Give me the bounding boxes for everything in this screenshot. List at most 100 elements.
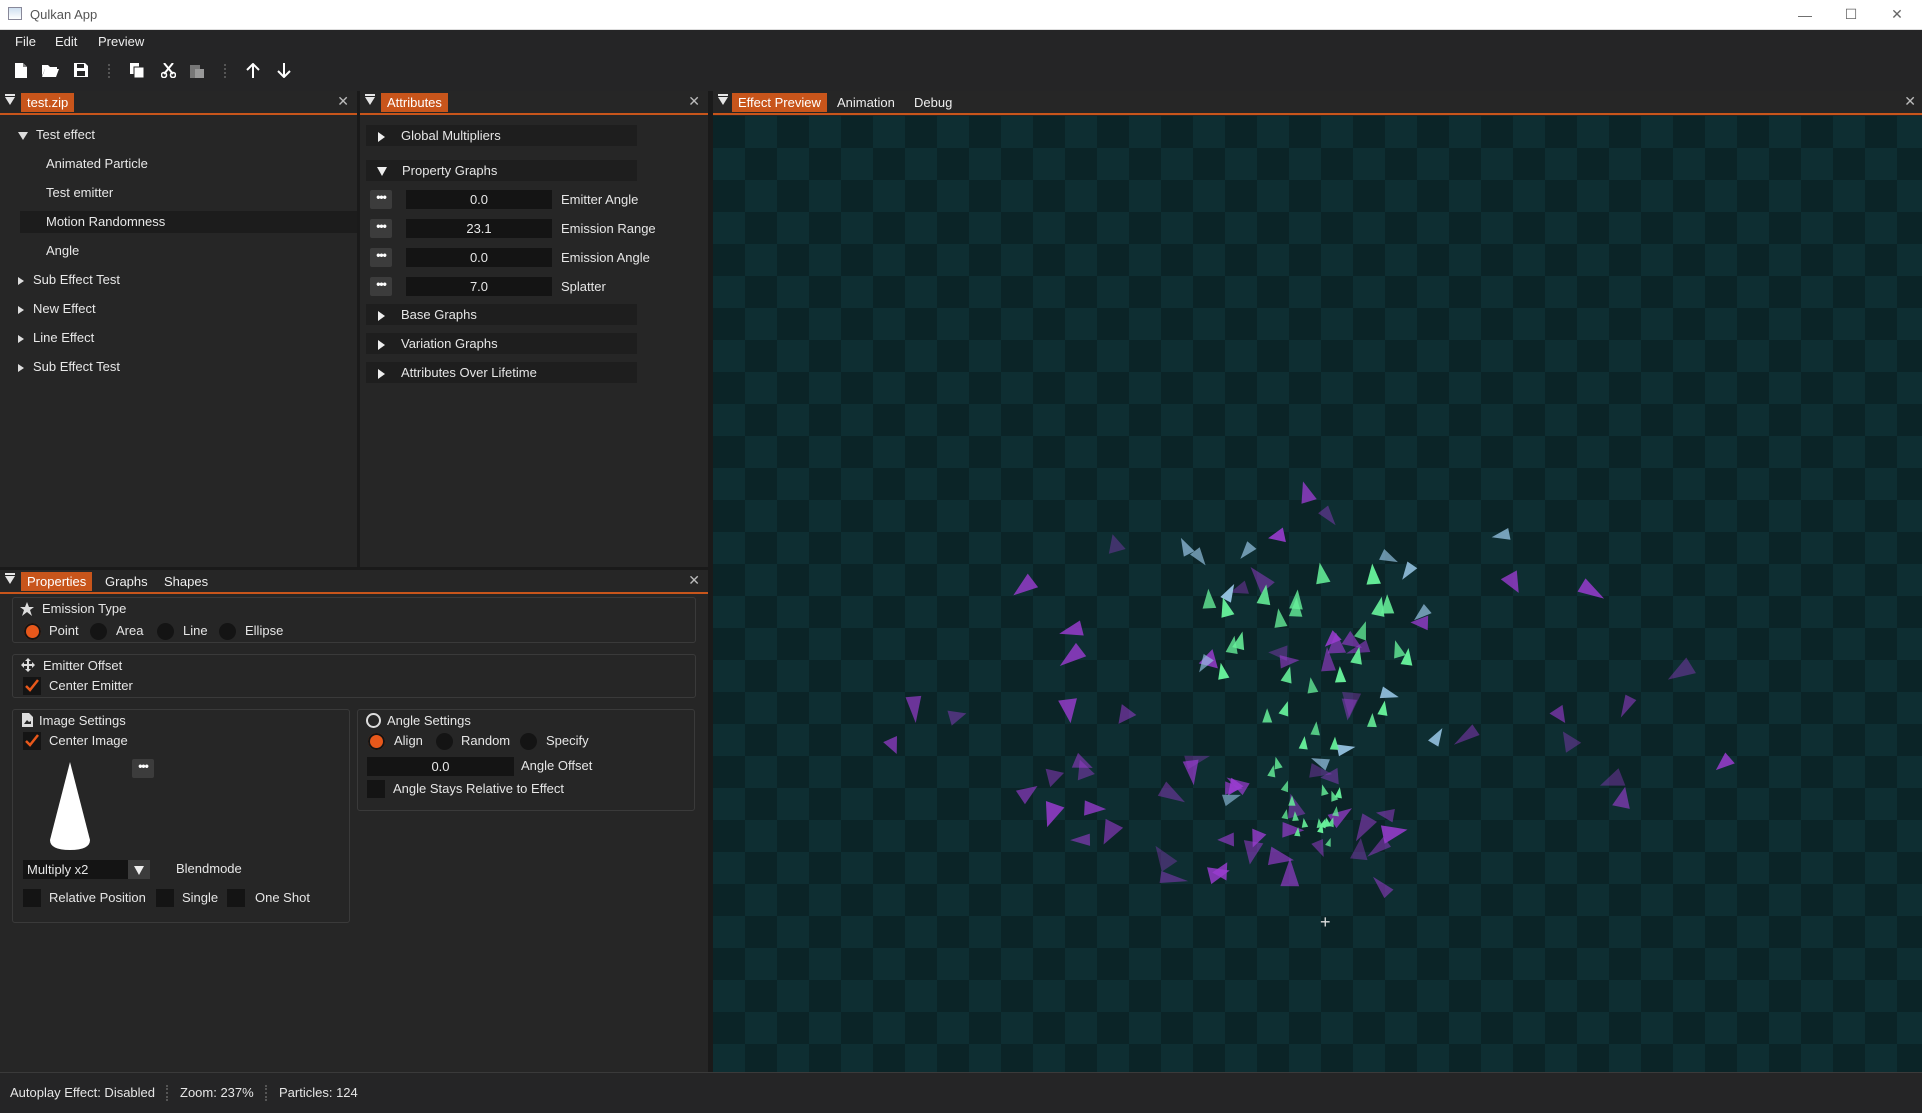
tree-item-label: Motion Randomness <box>46 214 166 229</box>
paste-icon[interactable] <box>188 61 206 79</box>
tab-attributes[interactable]: Attributes <box>381 93 448 112</box>
panel-menu-icon[interactable] <box>365 94 375 105</box>
chevron-right-icon <box>378 339 385 350</box>
move-up-icon[interactable] <box>244 61 262 79</box>
radio-specify[interactable] <box>520 733 537 750</box>
tab-graphs[interactable]: Graphs <box>99 572 154 591</box>
open-folder-icon[interactable] <box>41 61 59 79</box>
radio-ellipse-label: Ellipse <box>245 623 284 638</box>
copy-icon[interactable] <box>128 61 146 79</box>
radio-random[interactable] <box>436 733 453 750</box>
section-property-graphs[interactable]: Property Graphs <box>366 160 637 181</box>
tree-item[interactable]: Angle <box>46 240 79 262</box>
particle <box>1307 677 1319 694</box>
tree-item[interactable]: Line Effect <box>18 327 94 349</box>
cut-icon[interactable] <box>159 61 177 79</box>
single-checkbox[interactable] <box>156 889 174 907</box>
particle <box>1070 833 1091 846</box>
close-icon[interactable]: ✕ <box>688 572 700 589</box>
angle-settings-title: Angle Settings <box>387 713 471 728</box>
status-separator <box>265 1085 268 1101</box>
tree-item[interactable]: Test emitter <box>46 182 113 204</box>
close-window-button[interactable]: ✕ <box>1874 0 1920 29</box>
section-base-graphs[interactable]: Base Graphs <box>366 304 637 325</box>
panel-menu-icon[interactable] <box>718 94 728 105</box>
blendmode-select[interactable]: Multiply x2 <box>23 860 150 879</box>
panel-menu-icon[interactable] <box>5 94 15 105</box>
graph-value-field[interactable]: 23.1 <box>406 219 552 238</box>
particle <box>1279 655 1300 669</box>
section-label: Global Multipliers <box>401 128 501 143</box>
tab-debug[interactable]: Debug <box>908 93 958 112</box>
tree-item[interactable]: Sub Effect Test <box>18 356 120 378</box>
tree-item[interactable]: Motion Randomness <box>20 211 374 233</box>
save-icon[interactable] <box>72 61 90 79</box>
panel-menu-icon[interactable] <box>5 573 15 584</box>
graph-options-button[interactable]: ••• <box>370 248 392 267</box>
tab-shapes[interactable]: Shapes <box>158 572 214 591</box>
tree-item[interactable]: Test effect <box>18 124 95 146</box>
section-variation-graphs[interactable]: Variation Graphs <box>366 333 637 354</box>
tab-animation[interactable]: Animation <box>831 93 901 112</box>
emission-type-group: Emission Type Point Area Line Ellipse <box>12 597 696 643</box>
tab-properties[interactable]: Properties <box>21 572 93 591</box>
section-global-multipliers[interactable]: Global Multipliers <box>366 125 637 146</box>
graph-value-field[interactable]: 0.0 <box>406 248 552 267</box>
radio-ellipse[interactable] <box>219 623 236 640</box>
particle <box>1282 822 1305 838</box>
radio-align[interactable] <box>368 733 385 750</box>
particle <box>1453 724 1480 745</box>
graph-value-field[interactable]: 0.0 <box>406 190 552 209</box>
menu-file[interactable]: File <box>15 34 36 49</box>
angle-relative-checkbox[interactable] <box>367 780 385 798</box>
chevron-right-icon[interactable] <box>18 334 24 343</box>
move-down-icon[interactable] <box>275 61 293 79</box>
new-file-icon[interactable] <box>12 61 30 79</box>
tab-effect-preview[interactable]: Effect Preview <box>732 93 827 112</box>
tree-item-label: Test effect <box>36 127 96 142</box>
status-separator <box>166 1085 169 1101</box>
radio-area[interactable] <box>90 623 107 640</box>
tree-item[interactable]: Sub Effect Test <box>18 269 120 291</box>
particle <box>1321 784 1329 796</box>
graph-options-button[interactable]: ••• <box>370 277 392 296</box>
center-image-checkbox[interactable] <box>23 732 41 750</box>
angle-offset-field[interactable]: 0.0 <box>367 757 514 776</box>
tree-item[interactable]: New Effect <box>18 298 96 320</box>
relative-position-checkbox[interactable] <box>23 889 41 907</box>
chevron-right-icon[interactable] <box>18 276 24 285</box>
effect-preview-canvas[interactable]: + <box>713 116 1922 1072</box>
chevron-down-icon[interactable] <box>18 131 28 140</box>
center-emitter-checkbox[interactable] <box>23 677 41 695</box>
chevron-right-icon[interactable] <box>18 363 24 372</box>
tab-test-zip[interactable]: test.zip <box>21 93 75 112</box>
particle <box>1577 578 1605 599</box>
minimize-button[interactable]: — <box>1782 0 1828 29</box>
graph-options-button[interactable]: ••• <box>370 190 392 209</box>
close-icon[interactable]: ✕ <box>1904 93 1916 110</box>
particle <box>1084 800 1107 816</box>
radio-random-label: Random <box>461 733 511 748</box>
close-icon[interactable]: ✕ <box>688 93 700 110</box>
emitter-offset-title: Emitter Offset <box>43 658 123 673</box>
close-icon[interactable]: ✕ <box>337 93 349 110</box>
tree-item-label: Test emitter <box>46 185 114 200</box>
menu-edit[interactable]: Edit <box>55 34 77 49</box>
particle <box>1562 731 1582 753</box>
radio-line[interactable] <box>157 623 174 640</box>
image-options-button[interactable]: ••• <box>132 759 154 778</box>
graph-options-button[interactable]: ••• <box>370 219 392 238</box>
section-attributes-over-lifetime[interactable]: Attributes Over Lifetime <box>366 362 637 383</box>
particle <box>1202 588 1217 609</box>
zoom-status: Zoom: 237% <box>180 1085 254 1100</box>
maximize-button[interactable]: ☐ <box>1828 0 1874 29</box>
star-icon <box>20 602 34 619</box>
particle <box>1287 793 1306 819</box>
radio-point[interactable] <box>24 623 41 640</box>
graph-value-field[interactable]: 7.0 <box>406 277 552 296</box>
chevron-right-icon[interactable] <box>18 305 24 314</box>
tree-item[interactable]: Animated Particle <box>46 153 148 175</box>
one-shot-checkbox[interactable] <box>227 889 245 907</box>
menu-preview[interactable]: Preview <box>98 34 144 49</box>
particle <box>1371 596 1385 617</box>
